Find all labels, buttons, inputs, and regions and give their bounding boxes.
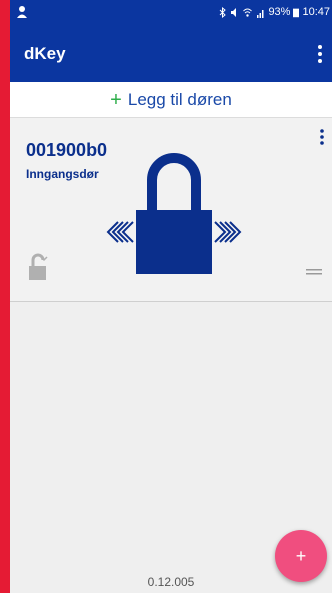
door-card[interactable]: 001900b0 Inngangsdør [10,118,332,302]
signal-icon [257,9,264,18]
mute-icon [231,7,237,17]
battery-percent: 93% [268,6,291,18]
clock: 10:47 [302,6,330,18]
drag-handle-icon[interactable] [306,268,322,276]
app-version: 0.12.005 [147,575,195,589]
status-bar: 93% 10:47 [10,0,332,26]
app-bar: dKey [10,26,332,82]
person-notification-icon [17,6,27,18]
wifi-icon [243,8,253,17]
battery-icon [293,8,300,17]
plus-icon: + [110,88,122,111]
bluetooth-icon [220,6,227,18]
phone-screen: 93% 10:47 dKey + Legg til døren 001900b0… [10,0,332,593]
overflow-menu-icon[interactable] [316,43,324,65]
add-fab-button[interactable]: + [275,530,327,582]
unlock-history-icon[interactable] [27,252,49,282]
lock-button-icon[interactable] [94,130,254,280]
card-menu-icon[interactable] [318,128,326,146]
add-door-button[interactable]: + Legg til døren [10,82,332,118]
add-door-label: Legg til døren [127,89,232,109]
door-name: Inngangsdør [26,167,99,181]
status-icons: 93% 10:47 [218,6,330,18]
app-title: dKey [24,44,66,63]
